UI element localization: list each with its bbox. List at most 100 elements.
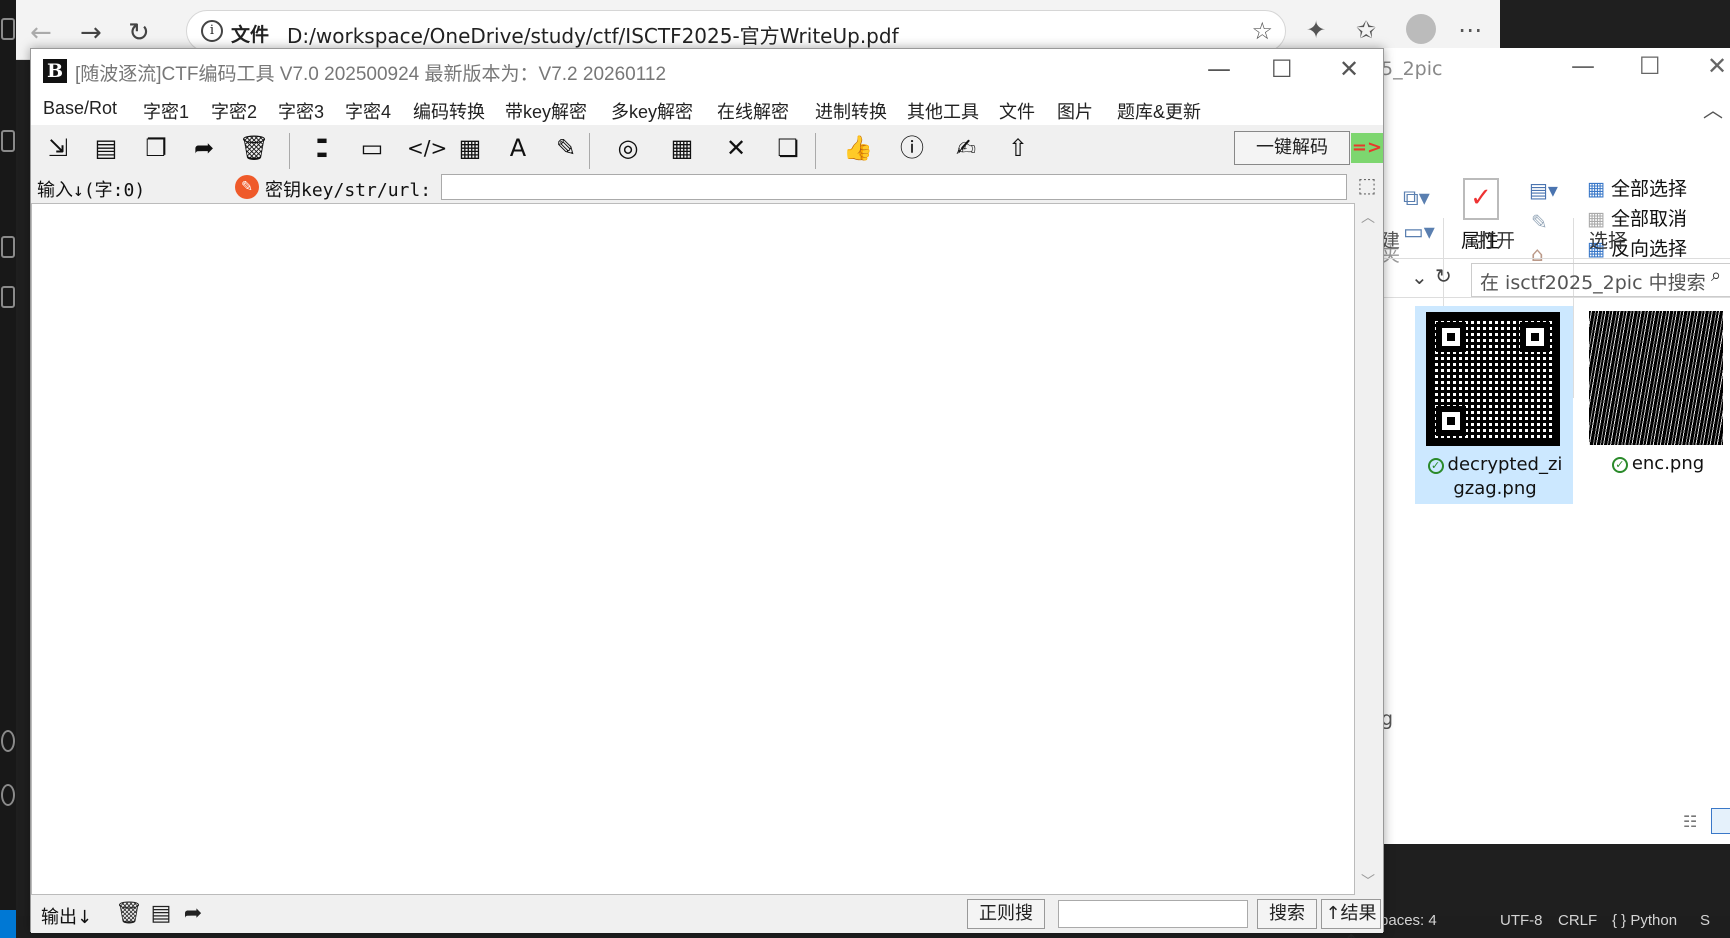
favorite-star-icon[interactable]: ☆	[1251, 17, 1273, 45]
documents-icon[interactable]: ❏	[773, 133, 803, 163]
refresh-icon[interactable]: ↻	[1435, 264, 1452, 288]
reload-icon[interactable]: ↻	[128, 18, 150, 48]
output-label: 输出↓	[41, 907, 93, 928]
paste-shortcut-icon[interactable]: ▭▾	[1403, 220, 1435, 245]
key-pencil-icon[interactable]: ✎	[235, 175, 259, 199]
maximize-icon[interactable]: ☐	[1271, 55, 1293, 83]
search-button[interactable]: 搜索	[1257, 899, 1317, 929]
forward-arrow-icon[interactable]: →	[80, 18, 102, 48]
explorer-icon[interactable]	[1, 18, 15, 40]
copy-stack-icon[interactable]: ▤	[147, 901, 175, 929]
key-label: 密钥key/str/url:	[265, 180, 432, 201]
duplicate-icon[interactable]: ❐	[141, 133, 171, 163]
menu-base-rot[interactable]: Base/Rot	[43, 98, 117, 119]
maximize-icon[interactable]: ☐	[1639, 52, 1661, 80]
menu-multi-key-decrypt[interactable]: 多key解密	[611, 98, 693, 124]
feedback-edit-icon[interactable]: ✍	[951, 133, 981, 163]
remote-icon[interactable]	[1, 286, 15, 308]
file-item[interactable]: ✓ decrypted_zi gzag.png	[1415, 306, 1573, 504]
search-magnifier-icon[interactable]: ⌕	[1711, 265, 1721, 286]
upload-icon[interactable]: ⇧	[1003, 133, 1033, 163]
calculator-icon[interactable]: ▦	[455, 133, 485, 163]
base64-icon[interactable]: ▬ ▬	[307, 133, 337, 163]
status-eol[interactable]: CRLF	[1558, 912, 1597, 929]
status-language[interactable]: { } Python	[1612, 912, 1677, 929]
menu-zimi1[interactable]: 字密1	[143, 98, 189, 124]
input-textarea[interactable]	[31, 203, 1355, 895]
more-menu-icon[interactable]: ⋯	[1458, 16, 1482, 44]
history-dropdown-chevron-icon[interactable]: ⌄	[1411, 265, 1428, 289]
terminal-icon[interactable]: ▭	[357, 133, 387, 163]
vscode-activity-bar	[0, 0, 16, 938]
address-url[interactable]: D:/workspace/OneDrive/study/ctf/ISCTF202…	[287, 20, 899, 49]
file-item[interactable]: ✓ enc.png	[1579, 306, 1730, 504]
status-remote[interactable]: S	[1700, 912, 1710, 929]
code-icon[interactable]: </>	[407, 133, 447, 163]
edit-doc-icon[interactable]: ✎	[551, 133, 581, 163]
copy-stack-icon[interactable]: ▤	[91, 133, 121, 163]
select-all-icon: ▦	[1587, 178, 1605, 200]
status-encoding[interactable]: UTF-8	[1500, 912, 1543, 929]
menu-online-decrypt[interactable]: 在线解密	[717, 98, 789, 124]
close-icon[interactable]: ✕	[1339, 55, 1359, 83]
details-view-icon[interactable]: ☷	[1683, 812, 1697, 831]
share-icon[interactable]: ➦	[189, 133, 219, 163]
collapse-ribbon-chevron-icon[interactable]: ︿	[1703, 94, 1723, 123]
go-arrow-button[interactable]: =>	[1351, 133, 1383, 163]
search-icon[interactable]	[1, 130, 15, 152]
thumbs-up-icon[interactable]: 👍	[843, 133, 873, 163]
trash-icon[interactable]: 🗑	[239, 133, 269, 163]
one-key-decode-button[interactable]: 一键解码	[1234, 131, 1350, 165]
ctf-tool-window: B [随波逐流]CTF编码工具 V7.0 202500924 最新版本为：V7.…	[30, 48, 1384, 938]
remote-indicator[interactable]	[0, 910, 16, 938]
back-arrow-icon[interactable]: ←	[30, 18, 52, 48]
menu-question-bank-update[interactable]: 题库&更新	[1117, 98, 1201, 124]
select-cursor-icon[interactable]: ⬚	[1353, 173, 1381, 201]
favorites-icon[interactable]: ✩	[1356, 16, 1376, 44]
extensions-puzzle-icon[interactable]: ✦	[1306, 16, 1326, 44]
site-info-icon[interactable]: i	[201, 20, 223, 42]
explorer-titlebar: 5_2pic — ☐ ✕	[1381, 48, 1730, 92]
help-icon[interactable]: ⓘ	[897, 133, 927, 163]
copy-path-icon[interactable]: ⧉▾	[1403, 186, 1430, 211]
menu-zimi2[interactable]: 字密2	[211, 98, 257, 124]
settings-gear-icon[interactable]	[1, 784, 15, 806]
menu-zimi4[interactable]: 字密4	[345, 98, 391, 124]
output-bar: 输出↓ 🗑 ▤ ➦ 正则搜 搜索 ↑结果↑	[31, 895, 1383, 938]
minimize-icon[interactable]: —	[1571, 52, 1595, 80]
open-icon[interactable]: ▤▾	[1529, 178, 1558, 202]
trash-icon[interactable]: 🗑	[115, 901, 143, 929]
explorer-search-input[interactable]: 在 isctf2025_2pic 中搜索	[1471, 263, 1730, 297]
close-icon[interactable]: ✕	[1707, 52, 1727, 80]
vertical-scrollbar[interactable]: ︿ ﹀	[1355, 203, 1383, 895]
share-icon[interactable]: ➦	[179, 901, 207, 929]
key-input[interactable]	[441, 174, 1347, 200]
globe-icon[interactable]: ◎	[613, 133, 643, 163]
menu-base-convert[interactable]: 进制转换	[815, 98, 887, 124]
import-icon[interactable]: ⇲	[43, 133, 73, 163]
large-icons-view-icon[interactable]	[1711, 808, 1730, 834]
search-input[interactable]	[1058, 900, 1248, 928]
menu-zimi3[interactable]: 字密3	[278, 98, 324, 124]
scroll-up-icon[interactable]: ︿	[1361, 207, 1375, 227]
profile-avatar[interactable]	[1406, 14, 1436, 44]
menu-image[interactable]: 图片	[1057, 98, 1093, 124]
input-row: 输入↓(字:0) ✎ 密钥key/str/url: ⬚	[31, 171, 1383, 203]
regex-search-button[interactable]: 正则搜	[967, 899, 1045, 929]
font-icon[interactable]: A	[503, 133, 533, 163]
menu-other-tools[interactable]: 其他工具	[907, 98, 979, 124]
properties-check-icon[interactable]: ✓	[1463, 178, 1499, 220]
address-bar[interactable]: i 文件 D:/workspace/OneDrive/study/ctf/ISC…	[186, 10, 1286, 52]
select-all-button[interactable]: ▦ 全部选择	[1587, 174, 1687, 201]
grid-icon[interactable]: ▦	[667, 133, 697, 163]
tools-icon[interactable]: ✕	[721, 133, 751, 163]
minimize-icon[interactable]: —	[1207, 55, 1231, 83]
menu-file[interactable]: 文件	[999, 98, 1035, 124]
account-icon[interactable]	[1, 730, 15, 752]
result-button[interactable]: ↑结果↑	[1321, 899, 1381, 938]
menu-key-decrypt[interactable]: 带key解密	[505, 98, 587, 124]
scroll-down-icon[interactable]: ﹀	[1361, 871, 1375, 891]
menu-encoding-convert[interactable]: 编码转换	[413, 98, 485, 124]
extensions-icon[interactable]	[1, 236, 15, 258]
edit-icon[interactable]: ✎	[1531, 210, 1548, 234]
